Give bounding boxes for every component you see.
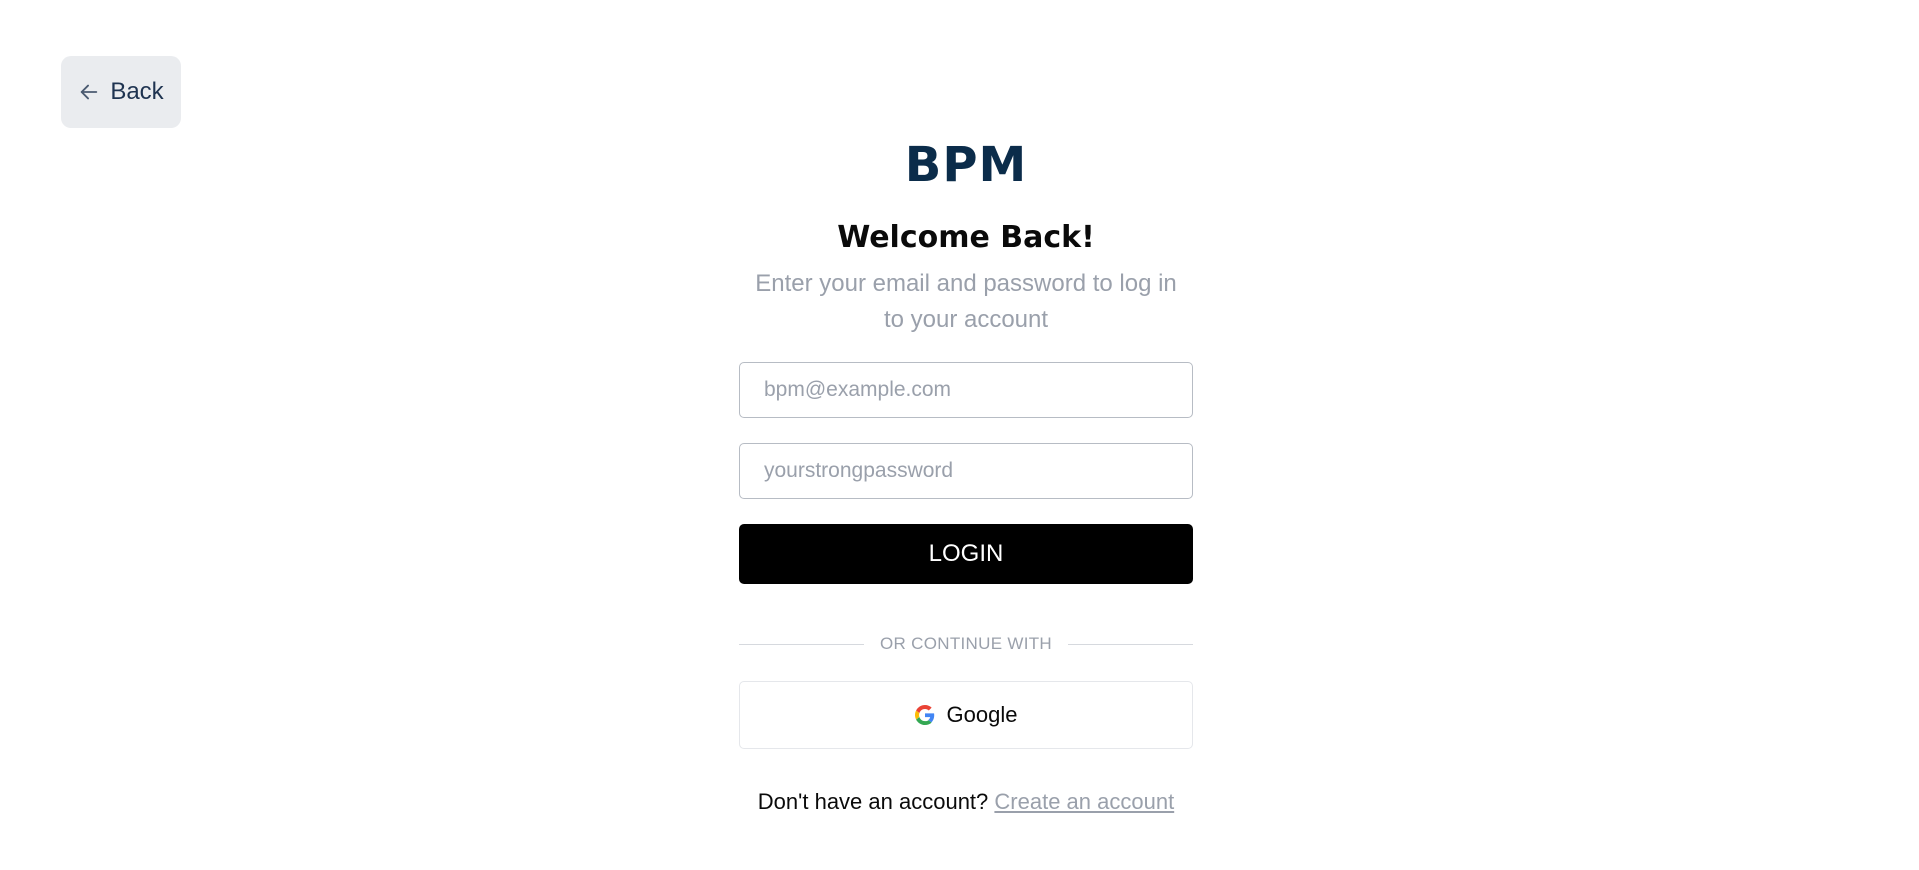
subtitle-line-2: to your account (883, 306, 1049, 333)
login-button[interactable]: LOGIN (739, 524, 1193, 584)
or-divider: OR CONTINUE WITH (739, 631, 1194, 657)
google-signin-button[interactable]: Google (739, 681, 1193, 749)
create-account-link[interactable]: Create an account (994, 789, 1174, 814)
brand-logo: BPM (904, 137, 1028, 193)
google-label: Google (946, 702, 1018, 727)
email-field[interactable] (739, 362, 1193, 418)
google-icon (914, 705, 935, 725)
divider-line-left (739, 643, 865, 645)
subtitle-line-1: Enter your email and password to log in (755, 270, 1177, 297)
divider-line-right (1067, 643, 1194, 645)
password-field[interactable] (739, 443, 1193, 499)
page-subtitle: Enter your email and password to log in … (739, 266, 1193, 338)
page-title: Welcome Back! (837, 220, 1095, 255)
login-page: Back BPM Welcome Back! Enter your email … (0, 0, 1919, 870)
signup-prompt-row: Don't have an account? Create an account (739, 787, 1193, 817)
signup-prompt: Don't have an account? (757, 789, 989, 814)
divider-text: OR CONTINUE WITH (880, 634, 1052, 653)
arrow-left-icon (78, 81, 100, 103)
back-label: Back (110, 78, 164, 105)
back-button[interactable]: Back (61, 56, 181, 128)
